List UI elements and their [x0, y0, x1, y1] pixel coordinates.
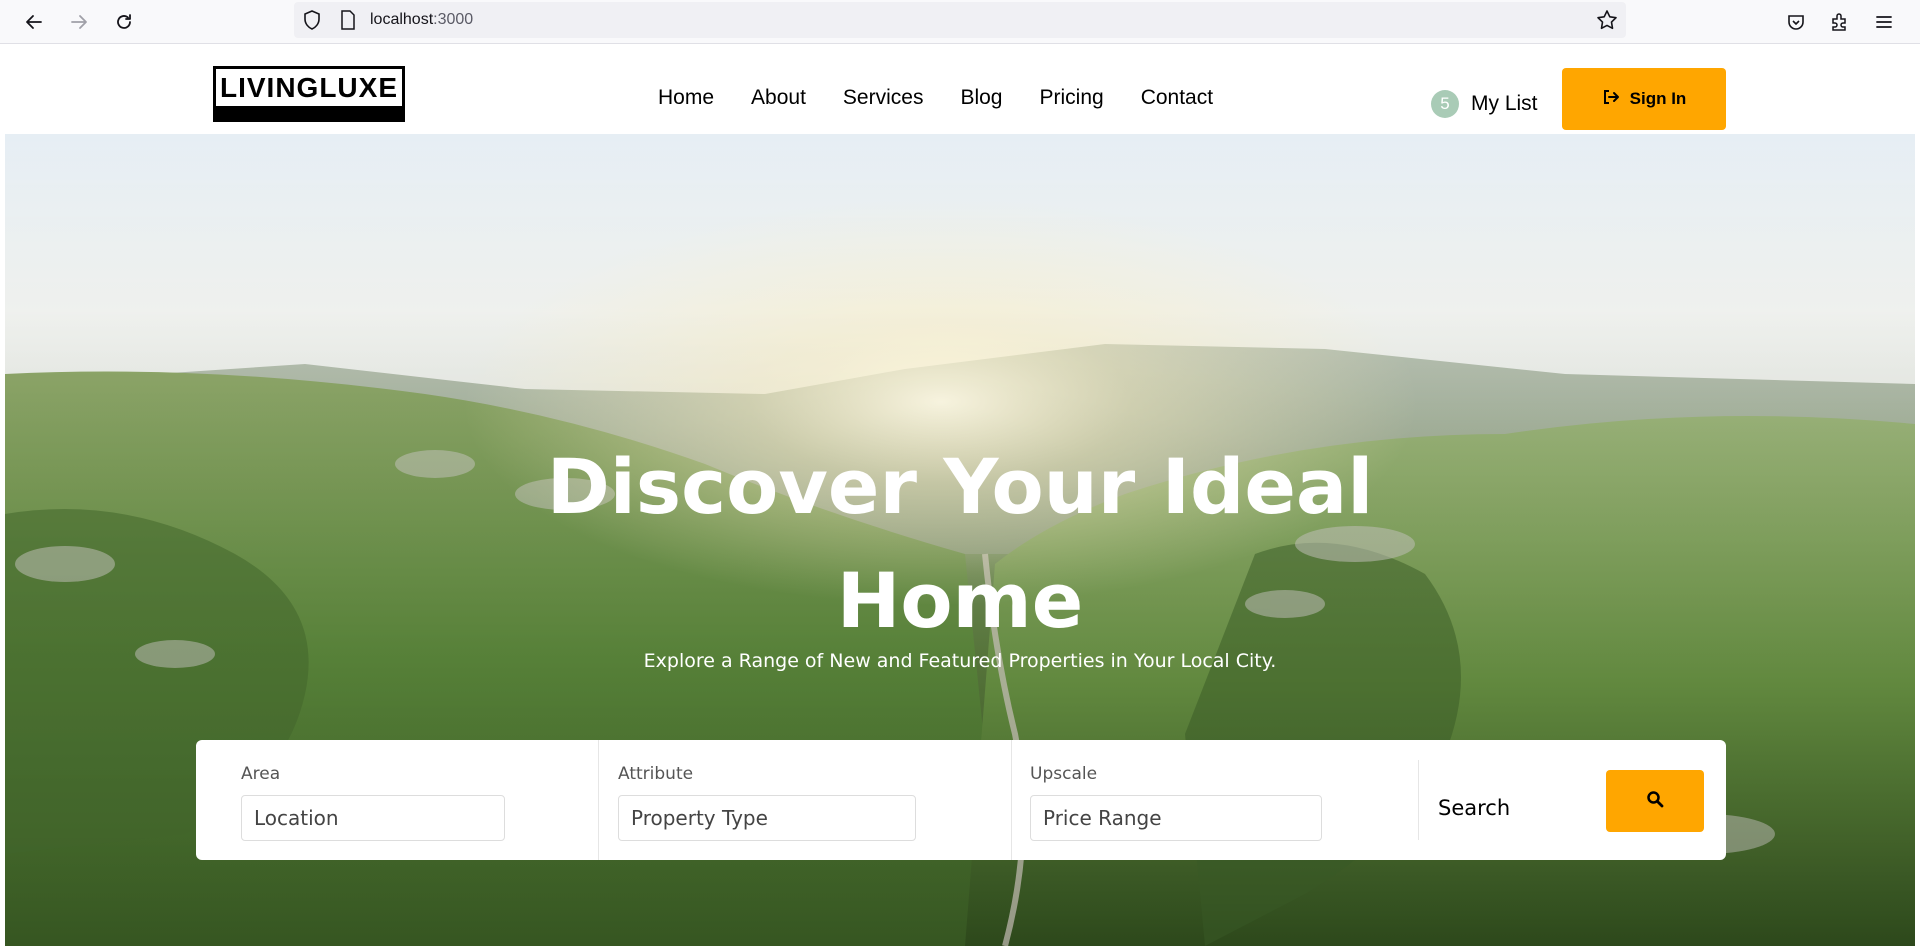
extensions-icon[interactable]: [1823, 6, 1855, 38]
star-bookmark-icon[interactable]: [1596, 9, 1618, 35]
url-text[interactable]: localhost:3000: [370, 11, 473, 29]
nav-about[interactable]: About: [751, 86, 806, 110]
my-list-link[interactable]: 5 My List: [1431, 90, 1538, 118]
upscale-label: Upscale: [1030, 764, 1098, 784]
shield-icon[interactable]: [302, 9, 322, 35]
location-input[interactable]: [241, 795, 505, 841]
sign-in-label: Sign In: [1629, 89, 1687, 108]
search-icon: [1646, 790, 1664, 812]
logo-text: LIVINGLUXE: [219, 72, 398, 103]
main-nav: Home About Services Blog Pricing Contact: [658, 86, 1250, 110]
page: LIVINGLUXE Home About Services Blog Pric…: [5, 44, 1915, 946]
sign-in-icon: [1602, 88, 1620, 110]
field-divider: [1011, 740, 1012, 860]
upscale-field: Upscale: [1030, 740, 1350, 860]
nav-blog[interactable]: Blog: [960, 86, 1002, 110]
area-label: Area: [241, 764, 281, 784]
reload-icon[interactable]: [108, 6, 140, 38]
nav-home[interactable]: Home: [658, 86, 714, 110]
logo-bar: [216, 106, 402, 119]
field-divider: [598, 740, 599, 860]
site-header: LIVINGLUXE Home About Services Blog Pric…: [5, 44, 1915, 134]
browser-toolbar: localhost:3000: [0, 0, 1920, 44]
hero-title: Discover Your Ideal Home: [5, 430, 1915, 658]
page-icon: [340, 10, 356, 34]
hero-subtitle: Explore a Range of New and Featured Prop…: [643, 650, 1277, 672]
area-field: Area: [241, 740, 541, 860]
property-type-input[interactable]: [618, 795, 916, 841]
my-list-label: My List: [1471, 92, 1538, 115]
nav-services[interactable]: Services: [843, 86, 924, 110]
forward-arrow-icon[interactable]: [63, 6, 95, 38]
nav-pricing[interactable]: Pricing: [1039, 86, 1103, 110]
property-search-form: Area Attribute Upscale Search: [196, 740, 1726, 860]
search-button[interactable]: [1606, 770, 1704, 832]
logo[interactable]: LIVINGLUXE: [213, 66, 405, 122]
hero-title-line-1: Discover Your Ideal: [546, 442, 1374, 531]
my-list-count-badge: 5: [1431, 90, 1459, 118]
attribute-label: Attribute: [618, 764, 694, 784]
nav-contact[interactable]: Contact: [1141, 86, 1213, 110]
pocket-icon[interactable]: [1780, 6, 1812, 38]
attribute-field: Attribute: [618, 740, 938, 860]
back-arrow-icon[interactable]: [18, 6, 50, 38]
url-bar[interactable]: localhost:3000: [294, 2, 1626, 38]
sign-in-button[interactable]: Sign In: [1562, 68, 1726, 130]
search-label: Search: [1438, 796, 1511, 820]
hero-title-line-2: Home: [836, 556, 1084, 645]
menu-icon[interactable]: [1868, 6, 1900, 38]
field-divider: [1418, 760, 1419, 840]
price-range-input[interactable]: [1030, 795, 1322, 841]
